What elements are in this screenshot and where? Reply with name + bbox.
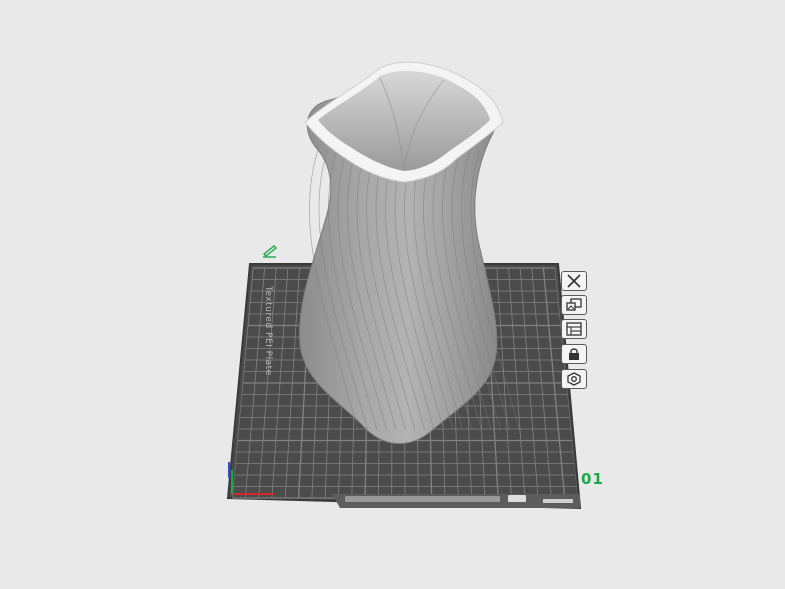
close-icon <box>567 274 581 288</box>
plate-settings-button[interactable] <box>561 319 587 339</box>
lock-icon <box>569 348 579 360</box>
lock-plate-button[interactable] <box>561 344 587 364</box>
plate-settings-icon <box>566 322 582 336</box>
arrange-icon <box>566 298 582 311</box>
plate-number: 01 <box>581 470 604 488</box>
edit-plate-name-icon[interactable] <box>262 245 278 258</box>
plate-texture-label: Textured PEI Plate <box>263 285 273 376</box>
gear-icon <box>567 372 581 386</box>
arrange-button[interactable] <box>561 295 587 315</box>
orient-button[interactable] <box>561 369 587 389</box>
viewport-3d[interactable]: Textured PEI Plate <box>0 0 785 589</box>
remove-plate-button[interactable] <box>561 271 587 291</box>
